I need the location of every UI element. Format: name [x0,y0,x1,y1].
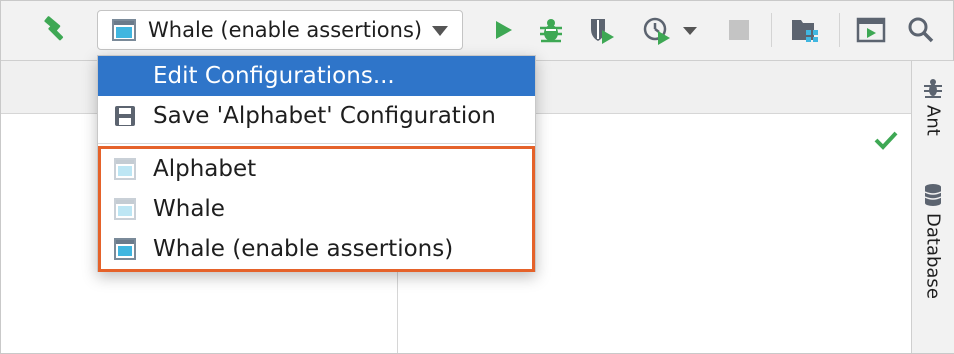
toolbar-separator [839,13,840,47]
run-configuration-selector[interactable]: Whale (enable assertions) [97,10,463,50]
run-configuration-label: Whale (enable assertions) [148,18,423,42]
toolbar-separator [771,13,772,47]
edit-configurations-label: Edit Configurations... [153,63,395,89]
save-icon [115,106,135,126]
checkmark-icon [874,131,898,150]
right-tool-window-bar: Ant Database [911,61,954,353]
run-configuration-popup: Edit Configurations... Save 'Alphabet' C… [97,55,536,272]
database-tool-label: Database [922,213,944,299]
ant-tool-label: Ant [922,105,944,136]
application-config-icon [112,19,136,41]
run-anything-icon[interactable] [855,13,887,47]
chevron-down-icon [432,26,448,36]
build-hammer-icon[interactable] [39,13,71,47]
coverage-icon[interactable] [585,13,617,47]
database-tool-button[interactable]: Database [912,183,954,299]
stop-icon[interactable] [723,13,755,47]
search-icon[interactable] [905,13,937,47]
ant-tool-button[interactable]: Ant [912,77,954,136]
project-structure-icon[interactable] [789,13,821,47]
profile-icon[interactable] [641,13,673,47]
save-configuration-item[interactable]: Save 'Alphabet' Configuration [98,96,535,136]
configurations-highlight-box [98,146,535,272]
profile-dropdown-icon[interactable] [677,13,703,47]
edit-configurations-item[interactable]: Edit Configurations... [98,56,535,96]
main-toolbar: Whale (enable assertions) [1,1,953,61]
save-configuration-label: Save 'Alphabet' Configuration [153,103,496,129]
menu-divider [98,143,535,144]
debug-bug-icon[interactable] [535,13,567,47]
run-icon[interactable] [487,13,519,47]
ant-icon [924,79,942,98]
database-icon [924,184,942,206]
ide-window: Whale (enable assertions) Ant Database E… [0,0,954,354]
